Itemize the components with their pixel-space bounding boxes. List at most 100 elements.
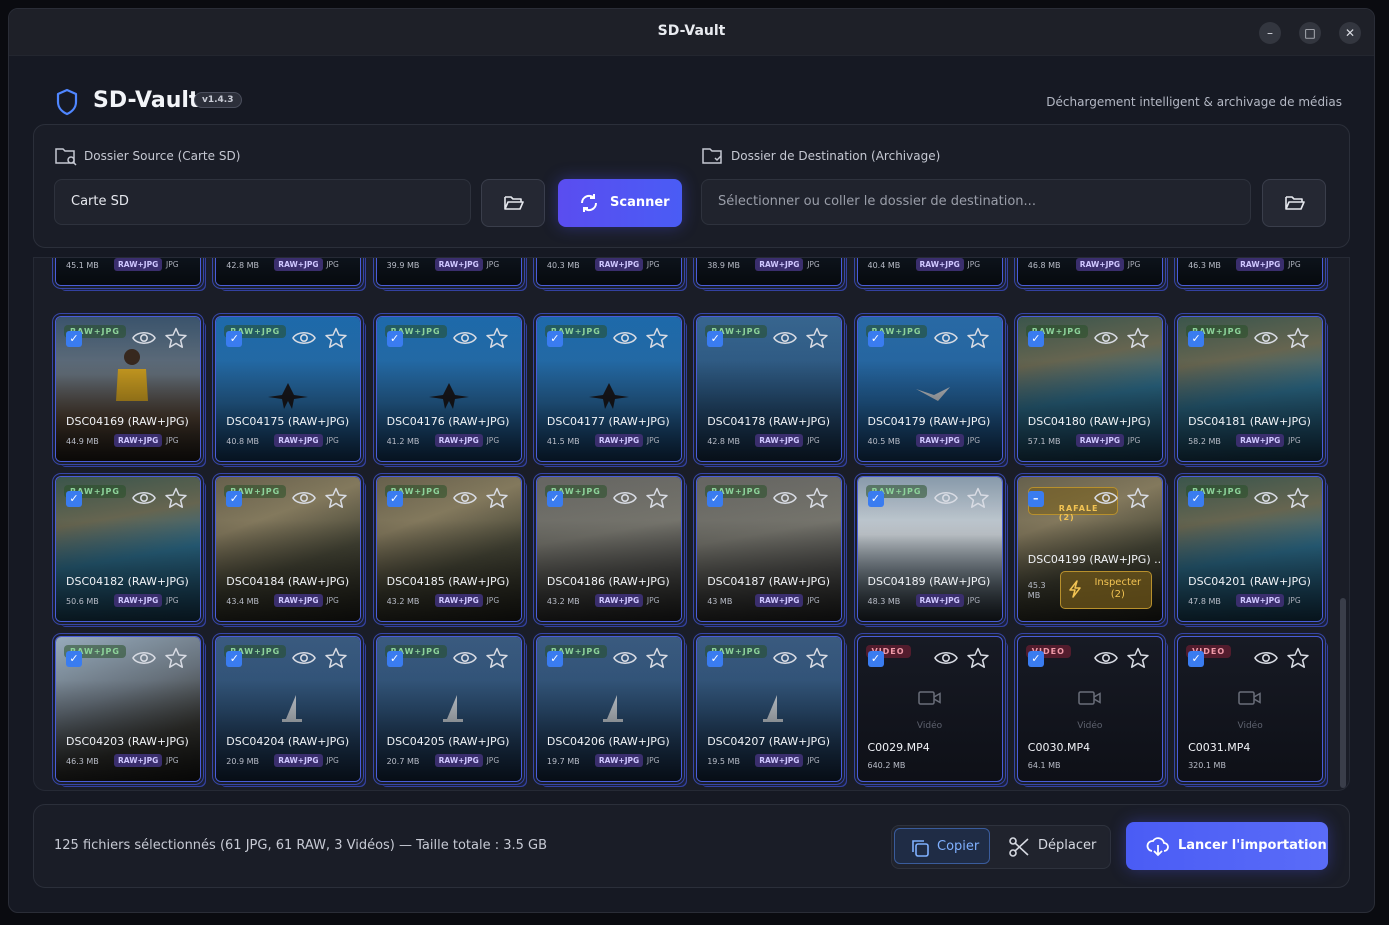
selection-checkbox[interactable]: ✓ bbox=[546, 651, 563, 667]
eye-icon[interactable] bbox=[292, 489, 317, 507]
eye-icon[interactable] bbox=[612, 329, 637, 347]
selection-checkbox[interactable]: – bbox=[1027, 491, 1044, 507]
media-card-partial[interactable]: 46.3 MB RAW+JPG JPG bbox=[1177, 258, 1324, 286]
launch-import-button[interactable]: Lancer l'importation bbox=[1126, 822, 1328, 870]
star-icon[interactable] bbox=[805, 647, 829, 669]
eye-icon[interactable] bbox=[292, 329, 317, 347]
star-icon[interactable] bbox=[805, 487, 829, 509]
photo-card[interactable]: RAW+JPG ✓ DSC04180 (RAW+JPG) 57.1 MB RAW+JPG… bbox=[1016, 316, 1163, 462]
selection-checkbox[interactable]: ✓ bbox=[1027, 331, 1044, 347]
star-icon[interactable] bbox=[485, 327, 509, 349]
selection-checkbox[interactable]: ✓ bbox=[546, 491, 563, 507]
source-browse-button[interactable] bbox=[481, 179, 545, 227]
star-icon[interactable] bbox=[966, 487, 990, 509]
selection-checkbox[interactable]: ✓ bbox=[1188, 651, 1205, 667]
eye-icon[interactable] bbox=[452, 649, 477, 667]
selection-checkbox[interactable]: ✓ bbox=[707, 331, 724, 347]
star-icon[interactable] bbox=[324, 647, 348, 669]
eye-icon[interactable] bbox=[1254, 489, 1279, 507]
eye-icon[interactable] bbox=[773, 329, 798, 347]
selection-checkbox[interactable]: ✓ bbox=[1027, 651, 1044, 667]
eye-icon[interactable] bbox=[933, 329, 958, 347]
selection-checkbox[interactable]: ✓ bbox=[546, 331, 563, 347]
video-card[interactable]: VIDEO Vidéo ✓ C0029.MP4 640.2 MB bbox=[856, 636, 1003, 782]
media-card-partial[interactable]: 45.1 MB RAW+JPG JPG bbox=[55, 258, 201, 286]
eye-icon[interactable] bbox=[933, 489, 958, 507]
selection-checkbox[interactable]: ✓ bbox=[226, 331, 243, 347]
star-icon[interactable] bbox=[1126, 487, 1150, 509]
scan-button[interactable]: Scanner bbox=[558, 179, 682, 227]
eye-icon[interactable] bbox=[132, 649, 156, 667]
star-icon[interactable] bbox=[805, 327, 829, 349]
star-icon[interactable] bbox=[1286, 327, 1310, 349]
media-card-partial[interactable]: 40.4 MB RAW+JPG JPG bbox=[856, 258, 1003, 286]
close-button[interactable]: ✕ bbox=[1339, 22, 1361, 44]
photo-card[interactable]: RAW+JPG ✓ DSC04204 (RAW+JPG) 20.9 MB RAW+JPG… bbox=[215, 636, 362, 782]
selection-checkbox[interactable]: ✓ bbox=[386, 491, 403, 507]
star-icon[interactable] bbox=[645, 487, 669, 509]
photo-card[interactable]: RAW+JPG ✓ DSC04179 (RAW+JPG) 40.5 MB RAW+JPG… bbox=[856, 316, 1003, 462]
destination-browse-button[interactable] bbox=[1262, 179, 1326, 227]
selection-checkbox[interactable]: ✓ bbox=[226, 491, 243, 507]
video-card[interactable]: VIDEO Vidéo ✓ C0031.MP4 320.1 MB bbox=[1177, 636, 1324, 782]
selection-checkbox[interactable]: ✓ bbox=[1188, 491, 1205, 507]
star-icon[interactable] bbox=[324, 327, 348, 349]
eye-icon[interactable] bbox=[1093, 329, 1118, 347]
source-folder-input[interactable]: Carte SD bbox=[54, 179, 471, 225]
selection-checkbox[interactable]: ✓ bbox=[707, 491, 724, 507]
photo-card[interactable]: RAW+JPG ✓ DSC04175 (RAW+JPG) 40.8 MB RAW+JPG… bbox=[215, 316, 362, 462]
photo-card[interactable]: RAW+JPG ✓ DSC04201 (RAW+JPG) 47.8 MB RAW+JPG… bbox=[1177, 476, 1324, 622]
destination-folder-input[interactable]: Sélectionner ou coller le dossier de des… bbox=[701, 179, 1251, 225]
selection-checkbox[interactable]: ✓ bbox=[66, 491, 82, 507]
eye-icon[interactable] bbox=[612, 649, 637, 667]
photo-card[interactable]: RAW+JPG ✓ DSC04186 (RAW+JPG) 43.2 MB RAW+JPG… bbox=[535, 476, 682, 622]
photo-card[interactable]: RAW+JPG ✓ DSC04178 (RAW+JPG) 42.8 MB RAW+JPG… bbox=[696, 316, 843, 462]
eye-icon[interactable] bbox=[1093, 649, 1118, 667]
selection-checkbox[interactable]: ✓ bbox=[1188, 331, 1205, 347]
media-card-partial[interactable]: 46.8 MB RAW+JPG JPG bbox=[1016, 258, 1163, 286]
photo-card[interactable]: RAW+JPG ✓ DSC04205 (RAW+JPG) 20.7 MB RAW+JPG… bbox=[375, 636, 522, 782]
media-grid-scroll[interactable]: 45.1 MB RAW+JPG JPG 42.8 MB RAW+JPG JPG 39.9 M… bbox=[34, 258, 1349, 790]
selection-checkbox[interactable]: ✓ bbox=[867, 331, 884, 347]
photo-card[interactable]: RAW+JPG ✓ DSC04177 (RAW+JPG) 41.5 MB RAW+JPG… bbox=[535, 316, 682, 462]
star-icon[interactable] bbox=[164, 327, 188, 349]
photo-card[interactable]: RAW+JPG ✓ DSC04203 (RAW+JPG) 46.3 MB RAW+JPG… bbox=[55, 636, 201, 782]
selection-checkbox[interactable]: ✓ bbox=[226, 651, 243, 667]
star-icon[interactable] bbox=[645, 647, 669, 669]
star-icon[interactable] bbox=[645, 327, 669, 349]
selection-checkbox[interactable]: ✓ bbox=[867, 651, 884, 667]
video-card[interactable]: VIDEO Vidéo ✓ C0030.MP4 64.1 MB bbox=[1016, 636, 1163, 782]
eye-icon[interactable] bbox=[773, 649, 798, 667]
star-icon[interactable] bbox=[164, 647, 188, 669]
star-icon[interactable] bbox=[485, 647, 509, 669]
star-icon[interactable] bbox=[485, 487, 509, 509]
star-icon[interactable] bbox=[966, 647, 990, 669]
eye-icon[interactable] bbox=[1254, 329, 1279, 347]
photo-card[interactable]: RAW+JPG ✓ DSC04184 (RAW+JPG) 43.4 MB RAW+JPG… bbox=[215, 476, 362, 622]
eye-icon[interactable] bbox=[452, 489, 477, 507]
selection-checkbox[interactable]: ✓ bbox=[867, 491, 884, 507]
copy-mode-button[interactable]: Copier bbox=[894, 828, 990, 864]
media-card-partial[interactable]: 42.8 MB RAW+JPG JPG bbox=[215, 258, 362, 286]
media-card-partial[interactable]: 39.9 MB RAW+JPG JPG bbox=[375, 258, 522, 286]
photo-card[interactable]: RAW+JPG ✓ DSC04182 (RAW+JPG) 50.6 MB RAW+JPG… bbox=[55, 476, 201, 622]
inspect-burst-button[interactable]: Inspecter (2) bbox=[1059, 571, 1152, 609]
star-icon[interactable] bbox=[1126, 327, 1150, 349]
photo-card[interactable]: RAW+JPG ✓ DSC04187 (RAW+JPG) 43 MB RAW+JPG JP… bbox=[696, 476, 843, 622]
photo-card[interactable]: RAW+JPG ✓ DSC04181 (RAW+JPG) 58.2 MB RAW+JPG… bbox=[1177, 316, 1324, 462]
selection-checkbox[interactable]: ✓ bbox=[386, 331, 403, 347]
minimize-button[interactable]: – bbox=[1259, 22, 1281, 44]
star-icon[interactable] bbox=[1126, 647, 1150, 669]
photo-card[interactable]: RAW+JPG ✓ DSC04176 (RAW+JPG) 41.2 MB RAW+JPG… bbox=[375, 316, 522, 462]
media-card-partial[interactable]: 40.3 MB RAW+JPG JPG bbox=[535, 258, 682, 286]
star-icon[interactable] bbox=[1286, 647, 1310, 669]
eye-icon[interactable] bbox=[1093, 489, 1118, 507]
scrollbar-thumb[interactable] bbox=[1340, 598, 1346, 788]
eye-icon[interactable] bbox=[132, 489, 156, 507]
selection-checkbox[interactable]: ✓ bbox=[66, 651, 82, 667]
eye-icon[interactable] bbox=[773, 489, 798, 507]
eye-icon[interactable] bbox=[452, 329, 477, 347]
eye-icon[interactable] bbox=[132, 329, 156, 347]
eye-icon[interactable] bbox=[292, 649, 317, 667]
photo-card[interactable]: RAW+JPG ✓ DSC04206 (RAW+JPG) 19.7 MB RAW+JPG… bbox=[535, 636, 682, 782]
